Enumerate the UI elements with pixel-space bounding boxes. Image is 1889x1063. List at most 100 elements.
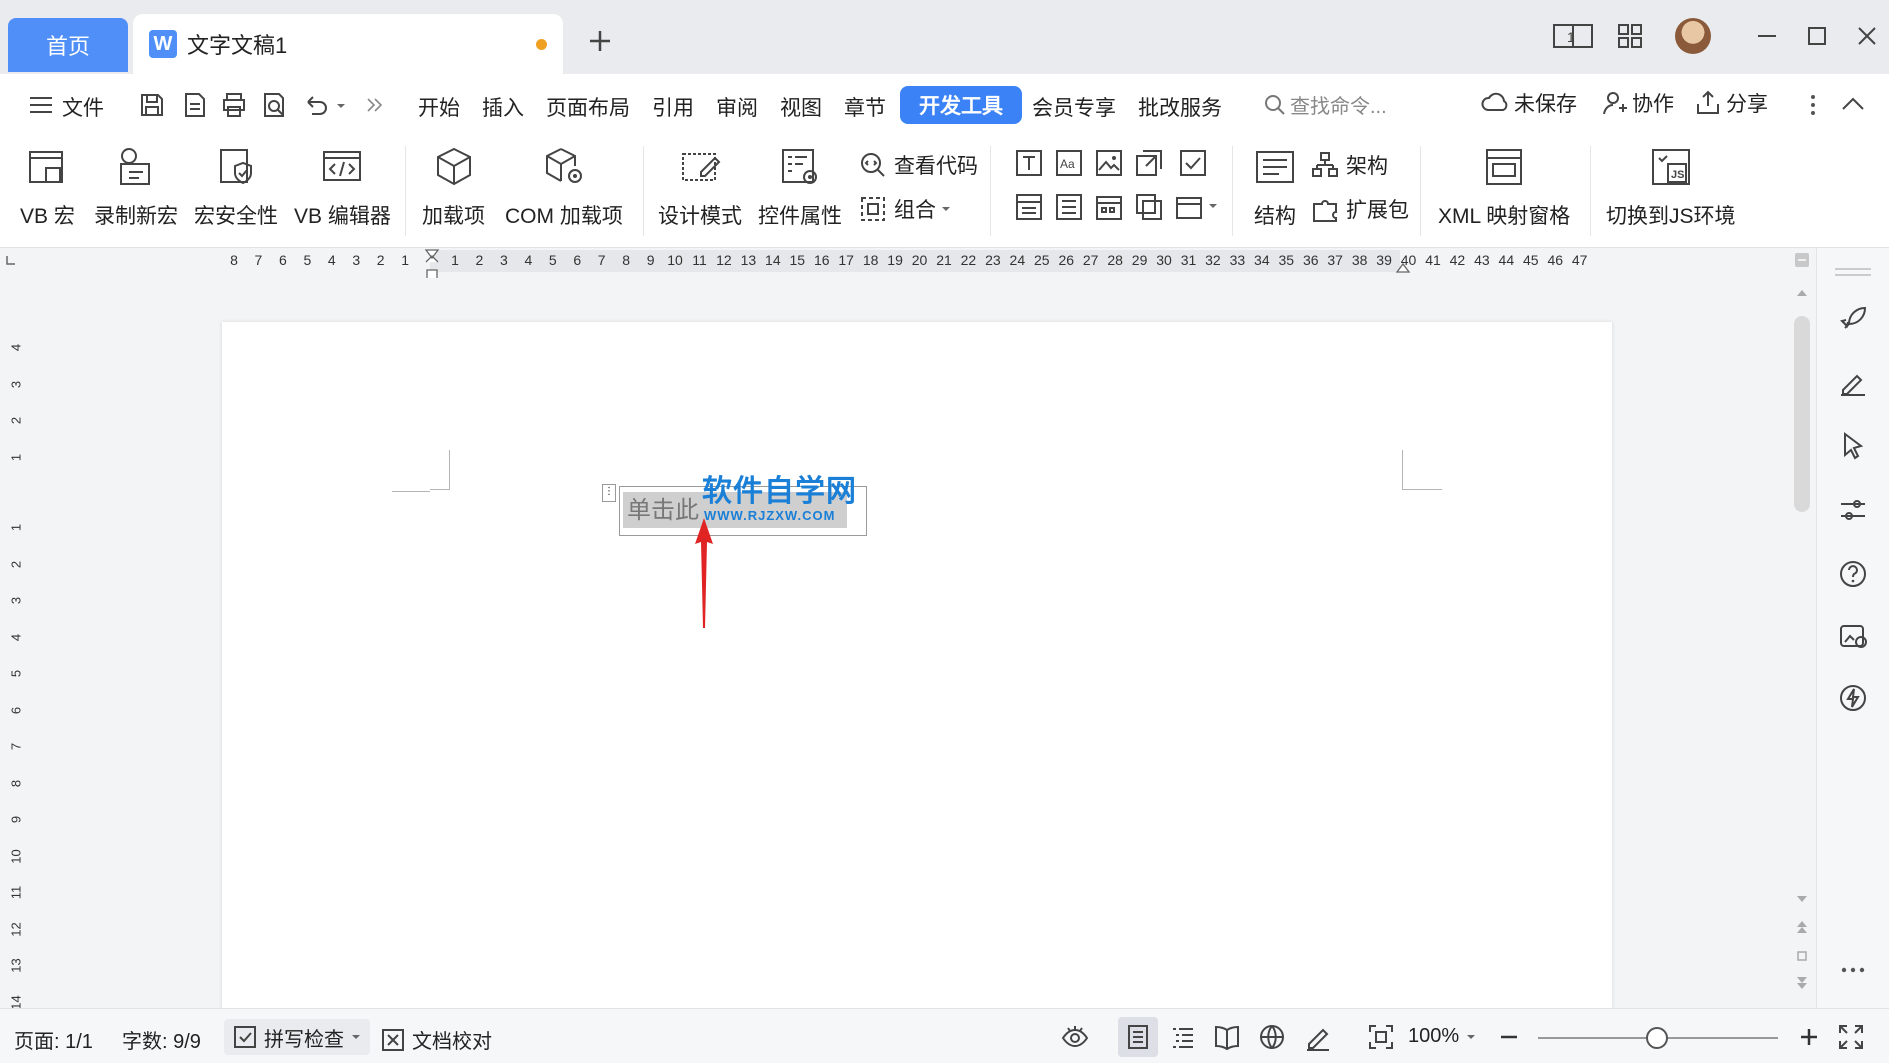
share-button[interactable]: 分享 <box>1694 88 1768 118</box>
zoom-in-icon[interactable] <box>1794 1022 1824 1052</box>
print-preview-icon[interactable] <box>259 90 289 120</box>
rocket-icon[interactable] <box>1837 304 1869 336</box>
zoom-slider-knob[interactable] <box>1646 1027 1668 1049</box>
vb-editor-button[interactable]: VB 编辑器 <box>294 144 391 230</box>
content-control-handle[interactable]: ⋮ <box>602 484 616 502</box>
write-mode-icon[interactable] <box>1303 1022 1333 1052</box>
user-avatar[interactable] <box>1675 18 1711 54</box>
lightning-icon[interactable] <box>1837 682 1869 714</box>
zoom-out-icon[interactable] <box>1494 1022 1524 1052</box>
tab-insert[interactable]: 插入 <box>482 92 524 122</box>
collapse-ribbon-icon[interactable] <box>1838 90 1868 120</box>
tab-stop-icon[interactable] <box>4 254 18 268</box>
picture-control-icon[interactable] <box>1094 148 1124 178</box>
doc-proofread-button[interactable]: 文档校对 <box>380 1025 492 1054</box>
scroll-down-icon[interactable] <box>1796 894 1808 904</box>
addins-button[interactable]: 加载项 <box>422 144 485 230</box>
tab-page-layout[interactable]: 页面布局 <box>546 92 630 122</box>
word-count[interactable]: 字数: 9/9 <box>122 1025 201 1054</box>
scrollbar-thumb[interactable] <box>1794 316 1810 512</box>
record-macro-button[interactable]: 录制新宏 <box>94 144 178 230</box>
tab-home[interactable]: 首页 <box>8 18 128 72</box>
vertical-scrollbar[interactable] <box>1790 248 1814 1008</box>
zoom-dropdown-icon[interactable] <box>1465 1031 1477 1043</box>
list-control-icon[interactable] <box>1054 192 1084 222</box>
tab-references[interactable]: 引用 <box>652 92 694 122</box>
indent-marker-icon[interactable] <box>424 248 440 282</box>
view-code-button[interactable]: 查看代码 <box>858 150 978 180</box>
group-button[interactable]: 组合 <box>858 194 952 224</box>
vb-macro-button[interactable]: VB 宏 <box>20 144 75 230</box>
tab-developer[interactable]: 开发工具 <box>900 86 1022 124</box>
design-mode-button[interactable]: 设计模式 <box>658 144 742 230</box>
text-control-icon[interactable] <box>1014 148 1044 178</box>
select-browse-object-icon[interactable] <box>1796 950 1808 962</box>
tab-review[interactable]: 审阅 <box>716 92 758 122</box>
undo-dropdown-icon[interactable] <box>334 90 348 120</box>
hamburger-menu-icon[interactable] <box>26 90 56 120</box>
tab-correction-service[interactable]: 批改服务 <box>1138 92 1222 122</box>
fit-page-icon[interactable] <box>1366 1022 1396 1052</box>
schema-button[interactable]: 架构 <box>1310 150 1388 180</box>
export-pdf-icon[interactable] <box>179 90 209 120</box>
group-dropdown-icon[interactable] <box>940 203 952 215</box>
web-view-icon[interactable] <box>1257 1022 1287 1052</box>
cloud-unsaved-button[interactable]: 未保存 <box>1480 88 1577 118</box>
xml-mapping-button[interactable]: XML 映射窗格 <box>1438 144 1570 230</box>
more-chevron-icon[interactable] <box>360 90 390 120</box>
pen-icon[interactable] <box>1837 366 1869 398</box>
tab-home-ribbon[interactable]: 开始 <box>418 92 460 122</box>
horizontal-ruler[interactable]: 8 7 6 5 4 3 2 1 1 2 3 4 5 6 7 8 9 10 11 12 13 14 15 16 17 18 19 20 2… <box>0 248 1820 281</box>
date-control-icon[interactable] <box>1094 192 1124 222</box>
tab-view[interactable]: 视图 <box>780 92 822 122</box>
layout-mode-icon[interactable]: 1 <box>1551 21 1595 51</box>
tab-member[interactable]: 会员专享 <box>1032 92 1116 122</box>
more-dots-icon[interactable] <box>1837 954 1869 986</box>
maximize-icon[interactable] <box>1805 24 1829 48</box>
legacy-control-dropdown-icon[interactable] <box>1206 192 1220 222</box>
expansion-pack-button[interactable]: 扩展包 <box>1310 194 1409 224</box>
image-tools-icon[interactable] <box>1837 620 1869 652</box>
scroll-up-icon[interactable] <box>1796 288 1808 298</box>
close-icon[interactable] <box>1855 24 1879 48</box>
collab-button[interactable]: 协作 <box>1600 88 1674 118</box>
macro-security-button[interactable]: 宏安全性 <box>194 144 278 230</box>
com-addins-button[interactable]: COM 加载项 <box>505 144 623 230</box>
more-options-icon[interactable] <box>1798 90 1828 120</box>
switch-js-button[interactable]: JS 切换到JS环境 <box>1606 144 1736 230</box>
checkbox-control-icon[interactable] <box>1178 148 1208 178</box>
fullscreen-icon[interactable] <box>1836 1022 1866 1052</box>
previous-page-icon[interactable] <box>1796 920 1808 934</box>
control-properties-button[interactable]: 控件属性 <box>758 144 842 230</box>
adjust-sliders-icon[interactable] <box>1837 494 1869 526</box>
next-page-icon[interactable] <box>1796 976 1808 990</box>
structure-button[interactable]: 结构 <box>1252 144 1298 230</box>
save-icon[interactable] <box>137 90 167 120</box>
split-view-icon[interactable] <box>1794 252 1810 268</box>
select-cursor-icon[interactable] <box>1837 430 1869 462</box>
eye-protection-icon[interactable] <box>1060 1022 1090 1052</box>
help-icon[interactable] <box>1837 558 1869 590</box>
reading-view-icon[interactable] <box>1212 1022 1242 1052</box>
print-icon[interactable] <box>219 90 249 120</box>
vertical-ruler[interactable]: 4 3 2 1 1 2 3 4 5 6 7 8 9 10 11 12 13 14 <box>0 278 30 1009</box>
file-menu[interactable]: 文件 <box>62 92 104 122</box>
undo-icon[interactable] <box>300 90 330 120</box>
spell-check-button[interactable]: 拼写检查 <box>224 1019 370 1055</box>
document-page[interactable]: ⋮ 单击此 软件自学网 WWW.RJZXW.COM <box>222 322 1612 1008</box>
spell-check-dropdown-icon[interactable] <box>350 1031 362 1043</box>
minimize-icon[interactable] <box>1755 24 1779 48</box>
page-view-icon[interactable] <box>1123 1022 1153 1052</box>
tab-document[interactable]: W 文字文稿1 <box>133 14 563 74</box>
zoom-level[interactable]: 100% <box>1408 1025 1477 1048</box>
new-tab-plus-icon[interactable] <box>585 26 615 56</box>
legacy-control-icon[interactable] <box>1174 192 1204 222</box>
document-canvas[interactable]: ⋮ 单击此 软件自学网 WWW.RJZXW.COM <box>30 278 1790 1008</box>
building-block-control-icon[interactable] <box>1134 148 1164 178</box>
apps-grid-icon[interactable] <box>1615 21 1645 51</box>
combo-box-control-icon[interactable] <box>1014 192 1044 222</box>
tab-chapter[interactable]: 章节 <box>844 92 886 122</box>
rich-text-control-icon[interactable]: Aa <box>1054 148 1084 178</box>
page-indicator[interactable]: 页面: 1/1 <box>14 1025 93 1054</box>
outline-view-icon[interactable] <box>1168 1022 1198 1052</box>
